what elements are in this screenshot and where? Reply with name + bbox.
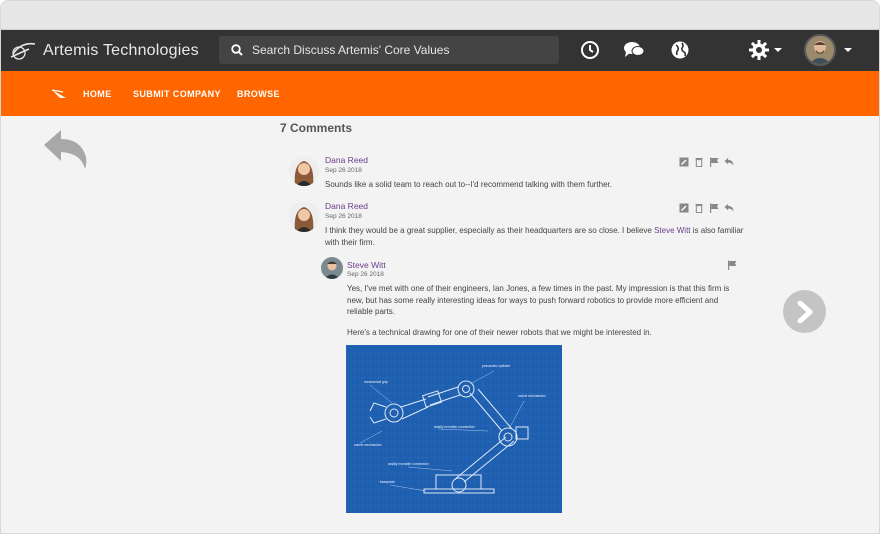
comment-date: Sep 26 2018 [325, 213, 362, 220]
chat-icon[interactable] [623, 39, 645, 61]
comment-body: I think they would be a great supplier, … [325, 225, 745, 248]
comments-heading: 7 Comments [280, 121, 353, 135]
trash-icon[interactable] [694, 157, 704, 167]
robot-blueprint-image[interactable]: pneumatic cylinder mechanical grip swive… [346, 345, 562, 513]
reply-icon[interactable] [724, 157, 734, 167]
next-button[interactable] [783, 290, 826, 333]
window-chrome [1, 1, 879, 30]
trash-icon[interactable] [694, 203, 704, 213]
back-button[interactable] [41, 127, 89, 171]
comment-author[interactable]: Steve Witt [347, 260, 386, 270]
reply-arrow-icon [44, 130, 87, 169]
chevron-down-icon[interactable] [843, 47, 853, 53]
flag-icon[interactable] [709, 203, 719, 213]
search-icon [231, 44, 243, 56]
edit-icon[interactable] [679, 157, 689, 167]
globe-icon[interactable] [669, 39, 691, 61]
label-axially-1: axially movable connection [434, 425, 475, 429]
search-bar[interactable]: Search Discuss Artemis' Core Values [219, 36, 559, 64]
gear-icon [748, 40, 769, 60]
comment-actions [679, 203, 734, 213]
main-nav: HOME SUBMIT COMPANY BROWSE [1, 71, 879, 116]
nav-browse[interactable]: BROWSE [237, 89, 280, 99]
comment-author[interactable]: Dana Reed [325, 155, 368, 165]
search-input[interactable]: Search Discuss Artemis' Core Values [252, 43, 449, 57]
chevron-right-icon [797, 300, 812, 323]
settings-menu[interactable] [747, 39, 783, 61]
label-swivel-top: swivel mechanism [518, 394, 546, 398]
artemis-logo-icon [10, 42, 36, 60]
chevron-down-icon [773, 48, 782, 52]
label-grip: mechanical grip [364, 380, 388, 384]
label-pneumatic: pneumatic cylinder [482, 364, 511, 368]
comment-date: Sep 26 2018 [325, 167, 362, 174]
brand-logo[interactable]: Artemis Technologies [9, 36, 199, 66]
label-axially-2: axially movable connection [388, 462, 429, 466]
nav-home[interactable]: HOME [83, 89, 112, 99]
label-baseplate: baseplate [380, 480, 395, 484]
artemis-mark-icon[interactable] [51, 88, 67, 100]
avatar[interactable] [289, 156, 319, 186]
flag-icon[interactable] [727, 260, 737, 270]
comment-actions [727, 260, 737, 270]
comment-author[interactable]: Dana Reed [325, 201, 368, 211]
reply-icon[interactable] [724, 203, 734, 213]
comment-text: I think they would be a great supplier, … [325, 226, 655, 235]
avatar[interactable] [321, 257, 343, 279]
comment-actions [679, 157, 734, 167]
comment-date: Sep 26 2018 [347, 271, 384, 278]
edit-icon[interactable] [679, 203, 689, 213]
user-avatar[interactable] [804, 34, 836, 66]
comment-body: Sounds like a solid team to reach out to… [325, 180, 612, 189]
nav-submit-company[interactable]: SUBMIT COMPANY [133, 89, 221, 99]
comment-body: Here's a technical drawing for one of th… [347, 328, 652, 337]
label-swivel-left: swivel mechanism [354, 443, 382, 447]
top-bar: Artemis Technologies Search Discuss Arte… [1, 30, 879, 71]
avatar[interactable] [289, 202, 319, 232]
history-icon[interactable] [579, 39, 601, 61]
mention-link[interactable]: Steve Witt [654, 226, 690, 235]
comment-body: Yes, I've met with one of their engineer… [347, 284, 730, 316]
flag-icon[interactable] [709, 157, 719, 167]
brand-name: Artemis Technologies [43, 42, 199, 59]
app-window: Artemis Technologies Search Discuss Arte… [0, 0, 880, 534]
